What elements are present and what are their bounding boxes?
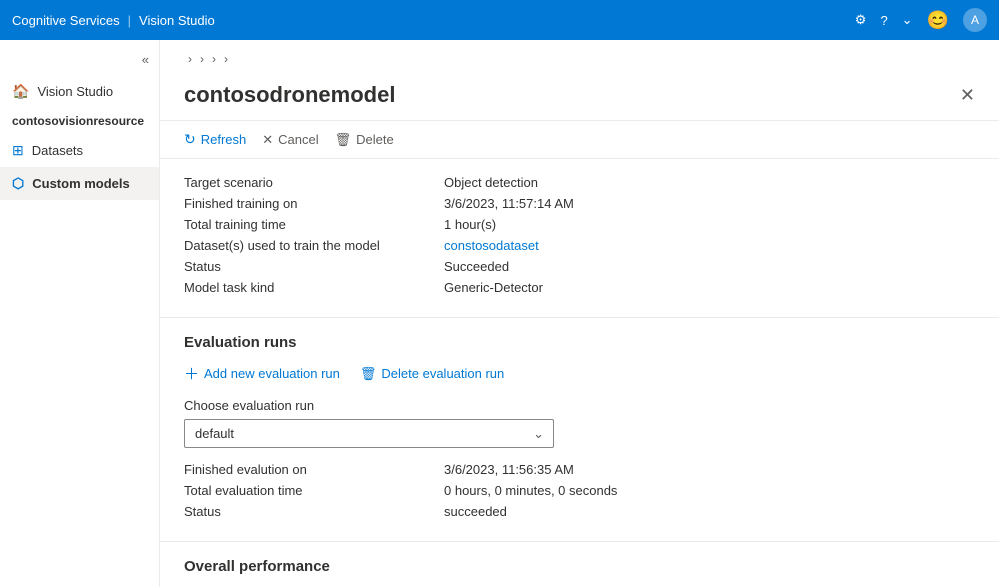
info-label-2: Total training time bbox=[184, 217, 444, 232]
delete-eval-label: Delete evaluation run bbox=[381, 366, 504, 381]
evaluation-section: Evaluation runs ＋ Add new evaluation run… bbox=[160, 318, 999, 542]
delete-label: Delete bbox=[356, 132, 394, 147]
eval-info-value-0: 3/6/2023, 11:56:35 AM bbox=[444, 462, 574, 477]
breadcrumb: › › › › bbox=[160, 40, 999, 74]
dataset-link[interactable]: constosodataset bbox=[444, 238, 539, 253]
breadcrumb-sep-2: › bbox=[200, 52, 204, 66]
eval-info-row-1: Total evaluation time 0 hours, 0 minutes… bbox=[184, 483, 975, 498]
dataset-icon: ⊞ bbox=[12, 142, 24, 159]
info-label-4: Status bbox=[184, 259, 444, 274]
performance-section: Overall performance 100.0% Mean Average … bbox=[160, 542, 999, 587]
eval-info-label-0: Finished evalution on bbox=[184, 462, 444, 477]
delete-eval-icon: 🗑 bbox=[360, 366, 377, 382]
eval-info-label-1: Total evaluation time bbox=[184, 483, 444, 498]
info-label-5: Model task kind bbox=[184, 280, 444, 295]
info-row-2: Total training time 1 hour(s) bbox=[184, 217, 975, 232]
page-title: contosodronemodel bbox=[184, 82, 395, 108]
eval-toolbar: ＋ Add new evaluation run 🗑 Delete evalua… bbox=[184, 363, 975, 384]
choose-eval-label: Choose evaluation run bbox=[184, 398, 975, 413]
sidebar: « 🏠 Vision Studio contosovisionresource … bbox=[0, 40, 160, 587]
breadcrumb-sep-1: › bbox=[188, 52, 192, 66]
refresh-button[interactable]: ↻ Refresh bbox=[184, 131, 246, 148]
delete-evaluation-button[interactable]: 🗑 Delete evaluation run bbox=[360, 366, 504, 382]
sidebar-item-datasets[interactable]: ⊞ Datasets bbox=[0, 134, 159, 167]
model-info-section: Target scenario Object detection Finishe… bbox=[160, 159, 999, 318]
help-icon[interactable]: ? bbox=[880, 13, 887, 28]
info-value-5: Generic-Detector bbox=[444, 280, 543, 295]
info-value-4: Succeeded bbox=[444, 259, 509, 274]
delete-icon: 🗑 bbox=[335, 132, 352, 148]
model-icon: ⬡ bbox=[12, 175, 24, 192]
eval-info-value-2: succeeded bbox=[444, 504, 507, 519]
evaluation-title: Evaluation runs bbox=[184, 334, 975, 351]
chevron-down-icon[interactable]: ⌄ bbox=[902, 12, 913, 28]
account-initial[interactable]: A bbox=[963, 8, 987, 32]
sidebar-models-label: Custom models bbox=[32, 176, 130, 191]
eval-info-row-0: Finished evalution on 3/6/2023, 11:56:35… bbox=[184, 462, 975, 477]
info-value-1: 3/6/2023, 11:57:14 AM bbox=[444, 196, 574, 211]
refresh-label: Refresh bbox=[201, 132, 247, 147]
info-label-1: Finished training on bbox=[184, 196, 444, 211]
close-button[interactable]: ✕ bbox=[960, 85, 975, 106]
toolbar: ↻ Refresh ✕ Cancel 🗑 Delete bbox=[160, 121, 999, 159]
info-row-3: Dataset(s) used to train the model const… bbox=[184, 238, 975, 253]
breadcrumb-sep-4: › bbox=[224, 52, 228, 66]
cancel-label: Cancel bbox=[278, 132, 318, 147]
cancel-button[interactable]: ✕ Cancel bbox=[262, 132, 318, 148]
evaluation-dropdown[interactable]: default bbox=[184, 419, 554, 448]
page-header: contosodronemodel ✕ bbox=[160, 74, 999, 121]
sidebar-home-label: Vision Studio bbox=[37, 84, 113, 99]
info-row-1: Finished training on 3/6/2023, 11:57:14 … bbox=[184, 196, 975, 211]
eval-info-row-2: Status succeeded bbox=[184, 504, 975, 519]
resource-name: contosovisionresource bbox=[0, 108, 159, 134]
info-value-2: 1 hour(s) bbox=[444, 217, 496, 232]
settings-icon[interactable]: ⚙ bbox=[855, 12, 867, 28]
info-label-3: Dataset(s) used to train the model bbox=[184, 238, 444, 253]
info-value-0: Object detection bbox=[444, 175, 538, 190]
evaluation-dropdown-wrapper: default ⌄ bbox=[184, 419, 554, 448]
eval-info: Finished evalution on 3/6/2023, 11:56:35… bbox=[184, 462, 975, 519]
delete-button[interactable]: 🗑 Delete bbox=[335, 132, 394, 148]
add-evaluation-button[interactable]: ＋ Add new evaluation run bbox=[184, 363, 340, 384]
home-icon: 🏠 bbox=[12, 83, 29, 100]
sidebar-datasets-label: Datasets bbox=[32, 143, 83, 158]
sidebar-item-custom-models[interactable]: ⬡ Custom models bbox=[0, 167, 159, 200]
topbar: Cognitive Services | Vision Studio ⚙ ? ⌄… bbox=[0, 0, 999, 40]
info-row-4: Status Succeeded bbox=[184, 259, 975, 274]
cancel-icon: ✕ bbox=[262, 132, 273, 148]
eval-info-label-2: Status bbox=[184, 504, 444, 519]
main-content: › › › › contosodronemodel ✕ ↻ Refresh ✕ … bbox=[160, 40, 999, 587]
info-row-5: Model task kind Generic-Detector bbox=[184, 280, 975, 295]
add-icon: ＋ bbox=[184, 363, 199, 384]
sidebar-item-home[interactable]: 🏠 Vision Studio bbox=[0, 75, 159, 108]
add-eval-label: Add new evaluation run bbox=[204, 366, 340, 381]
topbar-divider: | bbox=[128, 13, 131, 28]
breadcrumb-sep-3: › bbox=[212, 52, 216, 66]
info-label-0: Target scenario bbox=[184, 175, 444, 190]
user-icon[interactable]: 😊 bbox=[927, 10, 949, 31]
info-row-0: Target scenario Object detection bbox=[184, 175, 975, 190]
performance-title: Overall performance bbox=[184, 558, 975, 575]
eval-info-value-1: 0 hours, 0 minutes, 0 seconds bbox=[444, 483, 617, 498]
suite-name: Vision Studio bbox=[139, 13, 215, 28]
app-name: Cognitive Services bbox=[12, 13, 120, 28]
collapse-button[interactable]: « bbox=[0, 48, 159, 75]
refresh-icon: ↻ bbox=[184, 131, 196, 148]
